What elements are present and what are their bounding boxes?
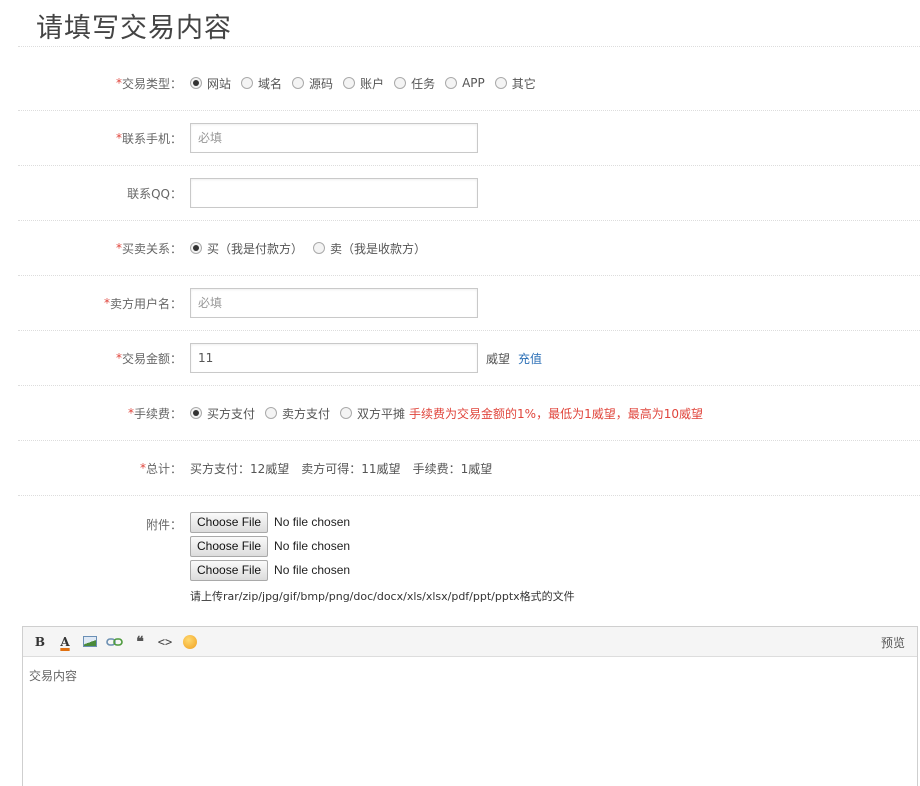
file-inputs: Choose File No file chosen Choose File No … [190, 510, 575, 604]
radio-icon[interactable] [265, 407, 278, 419]
row-seller-username: * 卖方用户名： [18, 276, 920, 331]
editor-textarea[interactable]: 交易内容 [23, 657, 917, 785]
row-qq: 联系QQ： [18, 166, 920, 221]
radio-icon[interactable] [190, 407, 202, 419]
qq-input[interactable] [190, 178, 478, 208]
phone-label: 联系手机： [121, 131, 182, 146]
amount-label: 交易金额： [121, 351, 182, 366]
total-label: 总计： [145, 461, 182, 476]
seller-username-label: 卖方用户名： [109, 296, 182, 311]
file-status: No file chosen [274, 539, 351, 553]
file-input-3: Choose File No file chosen [190, 558, 575, 582]
choose-file-button[interactable]: Choose File [190, 559, 269, 581]
total-summary: 买方支付：12威望 卖方可得：11威望 手续费：1威望 [190, 441, 504, 495]
editor-toolbar: B A ❝ <> 预览 [23, 627, 917, 657]
trade-type-option-app[interactable]: APP [445, 76, 485, 90]
qq-label: 联系QQ： [127, 186, 182, 201]
file-status: No file chosen [274, 563, 351, 577]
fee-option-buyer[interactable]: 买方支付 [190, 405, 255, 422]
radio-icon[interactable] [445, 77, 458, 89]
amount-unit: 威望 [486, 351, 511, 366]
trade-type-label: 交易类型： [121, 76, 182, 91]
total-seller-receives: 卖方可得：11威望 [301, 461, 401, 476]
trade-type-option-website[interactable]: 网站 [190, 75, 231, 92]
radio-icon[interactable] [190, 242, 202, 254]
row-trade-type: * 交易类型： 网站 域名 源码 账户 任务 APP 其它 [18, 56, 920, 111]
editor-placeholder: 交易内容 [29, 669, 78, 683]
trade-type-option-source[interactable]: 源码 [292, 75, 333, 92]
radio-icon[interactable] [343, 77, 356, 89]
attachments-hint: 请上传rar/zip/jpg/gif/bmp/png/doc/docx/xls/… [190, 590, 575, 603]
row-total: * 总计： 买方支付：12威望 卖方可得：11威望 手续费：1威望 [18, 441, 920, 496]
preview-button[interactable]: 预览 [881, 634, 905, 651]
phone-input[interactable] [190, 123, 478, 153]
content-editor: B A ❝ <> 预览 交易内容 [22, 626, 918, 786]
row-amount: *交易金额： 威望 充值 [18, 331, 920, 386]
trade-type-option-account[interactable]: 账户 [343, 75, 384, 92]
recharge-link[interactable]: 充值 [518, 350, 542, 367]
trade-type-option-other[interactable]: 其它 [494, 75, 536, 92]
file-input-1: Choose File No file chosen [190, 510, 575, 534]
page-title: 请填写交易内容 [36, 13, 232, 44]
fee-option-seller[interactable]: 卖方支付 [265, 405, 330, 422]
radio-icon[interactable] [292, 77, 305, 89]
fee-radios: 买方支付 卖方支付 双方平摊 手续费为交易金额的1%，最低为1威望，最高为10威… [190, 386, 703, 440]
radio-icon[interactable] [190, 77, 202, 89]
quote-icon[interactable]: ❝ [129, 632, 151, 652]
radio-icon[interactable] [394, 77, 407, 89]
row-attachments: 附件： Choose File No file chosen Choose Fil… [18, 496, 920, 621]
relation-option-buyer[interactable]: 买（我是付款方） [190, 240, 303, 257]
relation-label: 买卖关系： [121, 241, 182, 256]
file-status: No file chosen [274, 515, 351, 529]
trade-type-radios: 网站 域名 源码 账户 任务 APP 其它 [190, 56, 546, 110]
total-buyer-pays: 买方支付：12威望 [190, 461, 290, 476]
row-relation: * 买卖关系： 买（我是付款方） 卖（我是收款方） [18, 221, 920, 276]
seller-username-input[interactable] [190, 288, 478, 318]
row-fee: * 手续费： 买方支付 卖方支付 双方平摊 手续费为交易金额的1%，最低为1威望，… [18, 386, 920, 441]
trade-type-option-task[interactable]: 任务 [394, 75, 435, 92]
fee-label: 手续费： [133, 406, 182, 421]
choose-file-button[interactable]: Choose File [190, 535, 269, 557]
radio-icon[interactable] [313, 242, 326, 254]
fee-option-split[interactable]: 双方平摊 [340, 405, 405, 422]
title-divider [18, 46, 920, 47]
font-color-icon[interactable]: A [54, 632, 76, 652]
attachments-label: 附件： [145, 518, 182, 532]
amount-input[interactable] [190, 343, 478, 373]
image-icon[interactable] [79, 632, 101, 652]
total-fee: 手续费：1威望 [412, 461, 493, 476]
row-phone: * 联系手机： [18, 111, 920, 166]
code-icon[interactable]: <> [154, 632, 176, 652]
file-input-2: Choose File No file chosen [190, 534, 575, 558]
radio-icon[interactable] [340, 407, 353, 419]
radio-icon[interactable] [494, 77, 507, 89]
radio-icon[interactable] [241, 77, 254, 89]
relation-radios: 买（我是付款方） 卖（我是收款方） [190, 221, 436, 275]
fee-note: 手续费为交易金额的1%，最低为1威望，最高为10威望 [409, 406, 703, 421]
link-icon[interactable] [104, 632, 126, 652]
emoji-icon[interactable] [179, 632, 201, 652]
relation-option-seller[interactable]: 卖（我是收款方） [313, 240, 426, 257]
bold-icon[interactable]: B [29, 632, 51, 652]
choose-file-button[interactable]: Choose File [190, 511, 269, 533]
trade-type-option-domain[interactable]: 域名 [241, 75, 282, 92]
